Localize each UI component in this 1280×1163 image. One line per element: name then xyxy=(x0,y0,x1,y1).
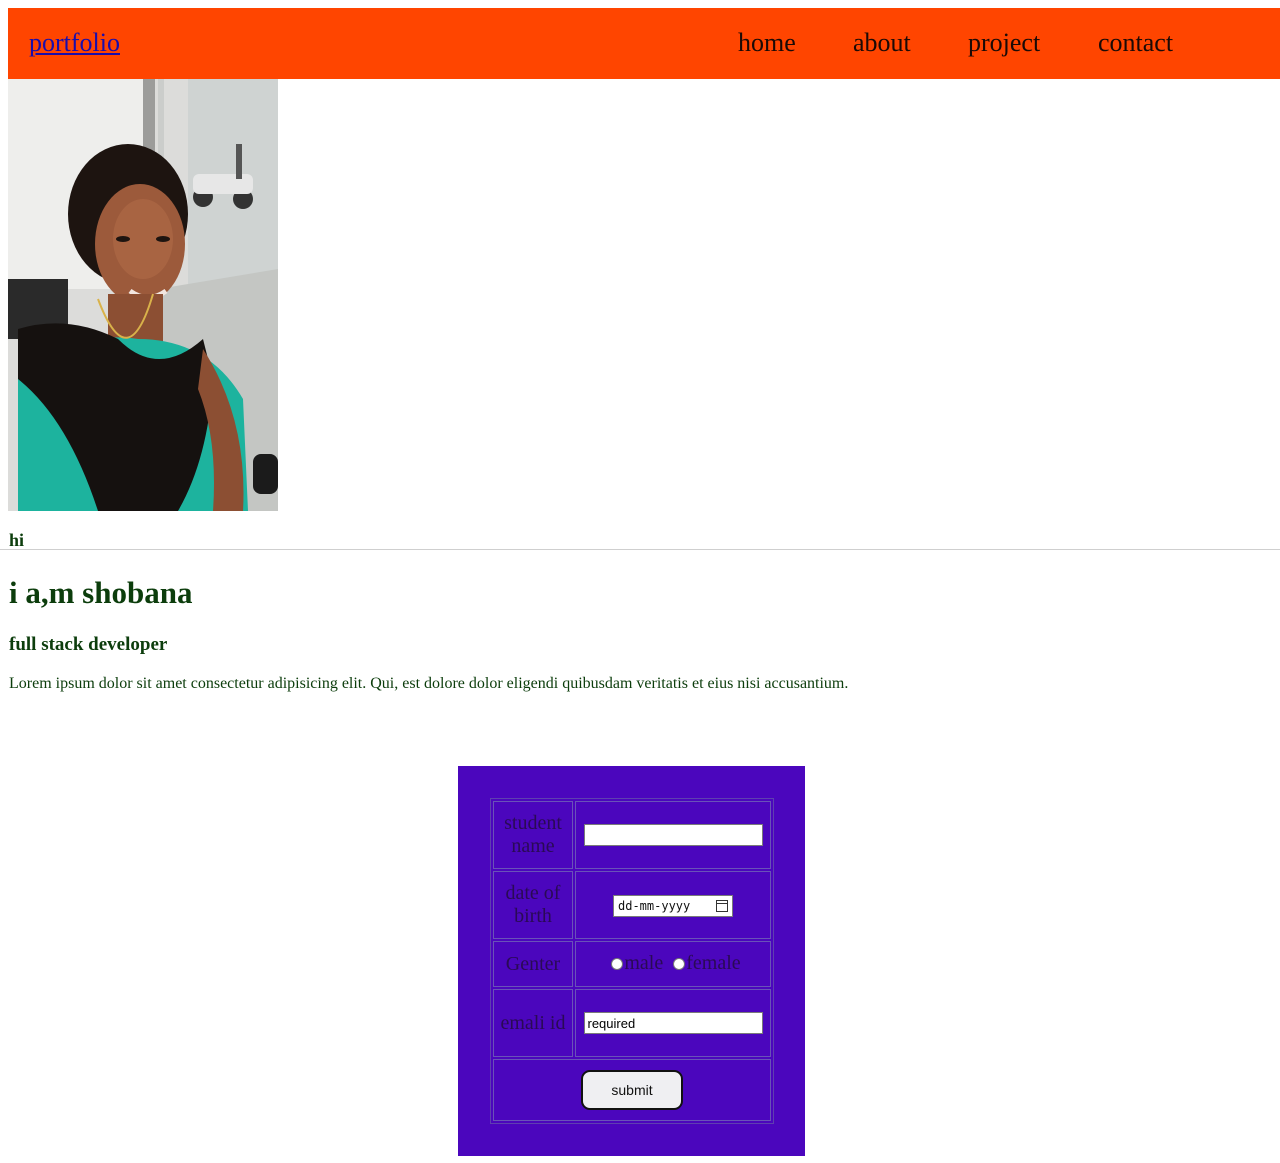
email-input[interactable] xyxy=(583,1012,763,1034)
name-heading: i a,m shobana xyxy=(9,575,193,610)
gender-options: male female xyxy=(605,952,741,975)
submit-button[interactable]: submit xyxy=(581,1070,683,1110)
role-heading: full stack developer xyxy=(9,634,168,655)
profile-photo-image xyxy=(8,79,278,511)
gender-label-male: male xyxy=(624,952,664,975)
form-row-submit: submit xyxy=(493,1059,771,1121)
greeting-text: hi xyxy=(9,530,25,550)
student-name-input[interactable] xyxy=(583,824,763,846)
form-row-student-name: student name xyxy=(493,801,771,869)
gender-radio-male[interactable] xyxy=(611,957,624,970)
form-row-dob: date of birth dd-mm-yyyy xyxy=(493,871,771,939)
submit-cell: submit xyxy=(493,1059,771,1121)
top-navbar: portfolio home about project contact xyxy=(8,8,1280,79)
form-table: student name date of birth dd-mm-yyyy Ge… xyxy=(490,798,774,1124)
dob-placeholder: dd-mm-yyyy xyxy=(618,899,691,913)
nav-links: home about project contact xyxy=(8,28,1280,64)
email-label: emali id xyxy=(493,989,573,1057)
gender-radio-female[interactable] xyxy=(673,957,686,970)
nav-link-about[interactable]: about xyxy=(853,28,911,58)
student-name-cell xyxy=(575,801,771,869)
nav-link-project[interactable]: project xyxy=(968,28,1040,58)
gender-cell: male female xyxy=(575,941,771,987)
nav-link-home[interactable]: home xyxy=(738,28,796,58)
student-name-label: student name xyxy=(493,801,573,869)
email-cell xyxy=(575,989,771,1057)
profile-photo xyxy=(8,79,278,511)
form-row-email: emali id xyxy=(493,989,771,1057)
dob-input[interactable]: dd-mm-yyyy xyxy=(613,895,733,917)
page: portfolio home about project contact hi … xyxy=(0,0,1280,1163)
description-paragraph: Lorem ipsum dolor sit amet consectetur a… xyxy=(9,675,849,692)
calendar-icon[interactable] xyxy=(716,900,728,912)
registration-form: student name date of birth dd-mm-yyyy Ge… xyxy=(458,766,805,1156)
horizontal-divider xyxy=(0,549,1280,550)
gender-label: Genter xyxy=(493,941,573,987)
form-row-gender: Genter male female xyxy=(493,941,771,987)
gender-label-female: female xyxy=(686,952,741,975)
nav-link-contact[interactable]: contact xyxy=(1098,28,1173,58)
dob-cell: dd-mm-yyyy xyxy=(575,871,771,939)
dob-label: date of birth xyxy=(493,871,573,939)
